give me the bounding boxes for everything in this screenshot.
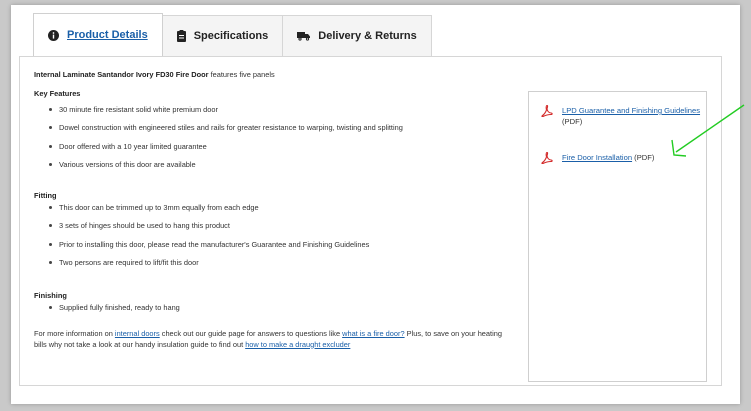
list-item: Dowel construction with engineered stile… (49, 123, 504, 133)
tab-delivery-returns[interactable]: Delivery & Returns (282, 15, 432, 56)
product-description: Internal Laminate Santandor Ivory FD30 F… (34, 70, 504, 350)
list-item: 3 sets of hinges should be used to hang … (49, 221, 504, 231)
pdf-icon (541, 104, 553, 127)
tab-product-details[interactable]: Product Details (33, 13, 163, 56)
lpd-guarantee-pdf-link[interactable]: LPD Guarantee and Finishing Guidelines (562, 106, 700, 115)
tab-label: Specifications (193, 30, 269, 42)
section-title-key-features: Key Features (34, 88, 81, 98)
tab-specifications[interactable]: Specifications (161, 15, 284, 56)
list-item: This door can be trimmed up to 3mm equal… (49, 203, 504, 213)
section-title-finishing: Finishing (34, 290, 67, 300)
more-info-text: For more information on internal doors c… (34, 328, 502, 349)
what-is-fire-door-link[interactable]: what is a fire door? (342, 329, 404, 338)
list-item: Supplied fully finished, ready to hang (49, 303, 504, 313)
tab-bar: Product Details Specifications Delivery … (19, 13, 432, 56)
internal-doors-link[interactable]: internal doors (115, 329, 160, 338)
clipboard-icon (176, 30, 186, 42)
tab-label: Product Details (67, 29, 148, 41)
list-item: Prior to installing this door, please re… (49, 240, 504, 250)
intro-text: Internal Laminate Santandor Ivory FD30 F… (34, 70, 275, 79)
draught-excluder-link[interactable]: how to make a draught excluder (245, 340, 350, 349)
list-item: Two persons are required to lift/fit thi… (49, 258, 504, 268)
document-item: Fire Door Installation (PDF) (541, 151, 654, 167)
tab-label: Delivery & Returns (318, 30, 417, 42)
fitting-section: Fitting This door can be trimmed up to 3… (34, 191, 504, 268)
documents-box: LPD Guarantee and Finishing Guidelines (… (528, 91, 707, 382)
info-icon (48, 29, 59, 41)
tab-panel-product-details: Internal Laminate Santandor Ivory FD30 F… (19, 56, 722, 386)
document-item: LPD Guarantee and Finishing Guidelines (… (541, 104, 706, 127)
list-item: Door offered with a 10 year limited guar… (49, 142, 504, 152)
key-features-section: Key Features 30 minute fire resistant so… (34, 89, 504, 170)
product-name: Internal Laminate Santandor Ivory FD30 F… (34, 70, 209, 79)
fire-door-installation-pdf-link[interactable]: Fire Door Installation (562, 153, 632, 162)
pdf-icon (541, 151, 553, 167)
finishing-section: Finishing Supplied fully finished, ready… (34, 291, 504, 313)
section-title-fitting: Fitting (34, 190, 57, 200)
list-item: Various versions of this door are availa… (49, 160, 504, 170)
list-item: 30 minute fire resistant solid white pre… (49, 105, 504, 115)
truck-icon (297, 31, 311, 41)
